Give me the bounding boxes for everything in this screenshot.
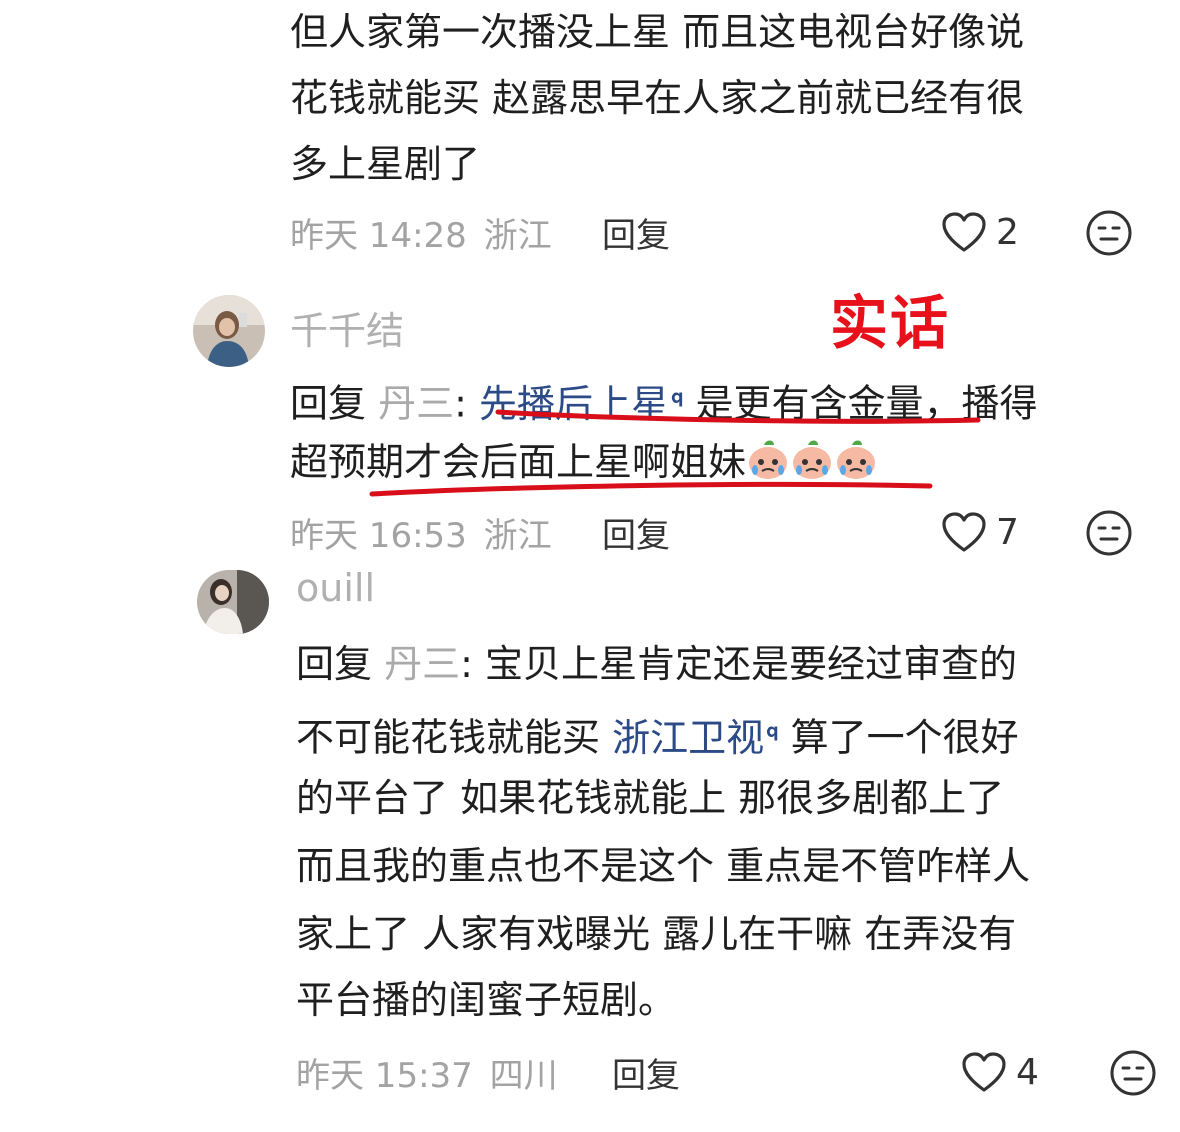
like-count: 7	[996, 511, 1019, 553]
comment-text-line: 平台播的闺蜜子短剧。	[296, 978, 677, 1022]
reply-prefix: 回复	[296, 642, 373, 686]
comment-text-line: 超预期才会后面上星啊姐妹	[290, 428, 878, 496]
comment-text-line: 不可能花钱就能买 浙江卫视 𝐪 算了一个很好	[296, 715, 1019, 760]
comment-text-line: 而且我的重点也不是这个 重点是不管咋样人	[296, 844, 1031, 888]
neutral-face-icon[interactable]	[1084, 208, 1134, 258]
comment-text-line: 但人家第一次播没上星 而且这电视台好像说	[290, 10, 1025, 54]
like-count: 4	[1016, 1051, 1039, 1093]
avatar[interactable]	[197, 570, 269, 634]
heart-outline-icon	[942, 512, 986, 552]
comment-text-line: 多上星剧了	[290, 142, 481, 186]
avatar[interactable]	[193, 295, 265, 367]
reply-to-user[interactable]: 丹三	[378, 382, 454, 426]
like-count: 2	[996, 211, 1019, 253]
comment-location: 四川	[489, 1056, 558, 1096]
heart-outline-icon	[962, 1052, 1006, 1092]
comment-meta: 昨天 16:53 浙江	[290, 508, 552, 557]
reply-button[interactable]: 回复	[602, 508, 670, 557]
neutral-face-icon[interactable]	[1084, 508, 1134, 558]
heart-outline-icon	[942, 212, 986, 252]
annotation-label: 实话	[830, 289, 951, 357]
comment-text-line: 花钱就能买 赵露思早在人家之前就已经有很	[290, 76, 1025, 120]
comment-time: 昨天 15:37	[296, 1056, 473, 1096]
reply-prefix: 回复	[290, 381, 367, 426]
comment-location: 浙江	[483, 216, 552, 256]
search-icon: 𝐪	[671, 384, 684, 408]
reply-to-user[interactable]: 丹三	[384, 642, 460, 686]
crying-peach-emoji	[793, 440, 832, 479]
comment-text-line: 回复 丹三: 宝贝上星肯定还是要经过审查的	[296, 642, 1018, 686]
comment-location: 浙江	[483, 516, 552, 556]
crying-peach-emoji	[837, 440, 876, 479]
comment-text-line: 回复 丹三: 先播后上星 𝐪 是更有含金量，播得	[290, 381, 1038, 426]
like-button[interactable]: 4	[960, 1050, 1039, 1094]
comment-time: 昨天 16:53	[290, 516, 467, 556]
comment-time: 昨天 14:28	[290, 216, 467, 256]
neutral-face-icon[interactable]	[1108, 1048, 1158, 1098]
username[interactable]: ouill	[296, 566, 375, 610]
search-link[interactable]: 浙江卫视 𝐪	[612, 716, 778, 760]
comment-text-line: 家上了 人家有戏曝光 露儿在干嘛 在弄没有	[296, 912, 1017, 956]
search-icon: 𝐪	[766, 718, 779, 742]
comment-meta: 昨天 15:37 四川	[296, 1048, 558, 1097]
username[interactable]: 千千结	[290, 300, 404, 355]
search-link[interactable]: 先播后上星 𝐪	[479, 382, 683, 426]
reply-button[interactable]: 回复	[612, 1048, 680, 1097]
like-button[interactable]: 7	[940, 510, 1019, 554]
reply-button[interactable]: 回复	[602, 208, 670, 257]
comment-text-line: 的平台了 如果花钱就能上 那很多剧都上了	[296, 776, 1005, 820]
like-button[interactable]: 2	[940, 210, 1019, 254]
crying-peach-emoji	[749, 440, 788, 479]
comment-meta: 昨天 14:28 浙江	[290, 208, 552, 257]
